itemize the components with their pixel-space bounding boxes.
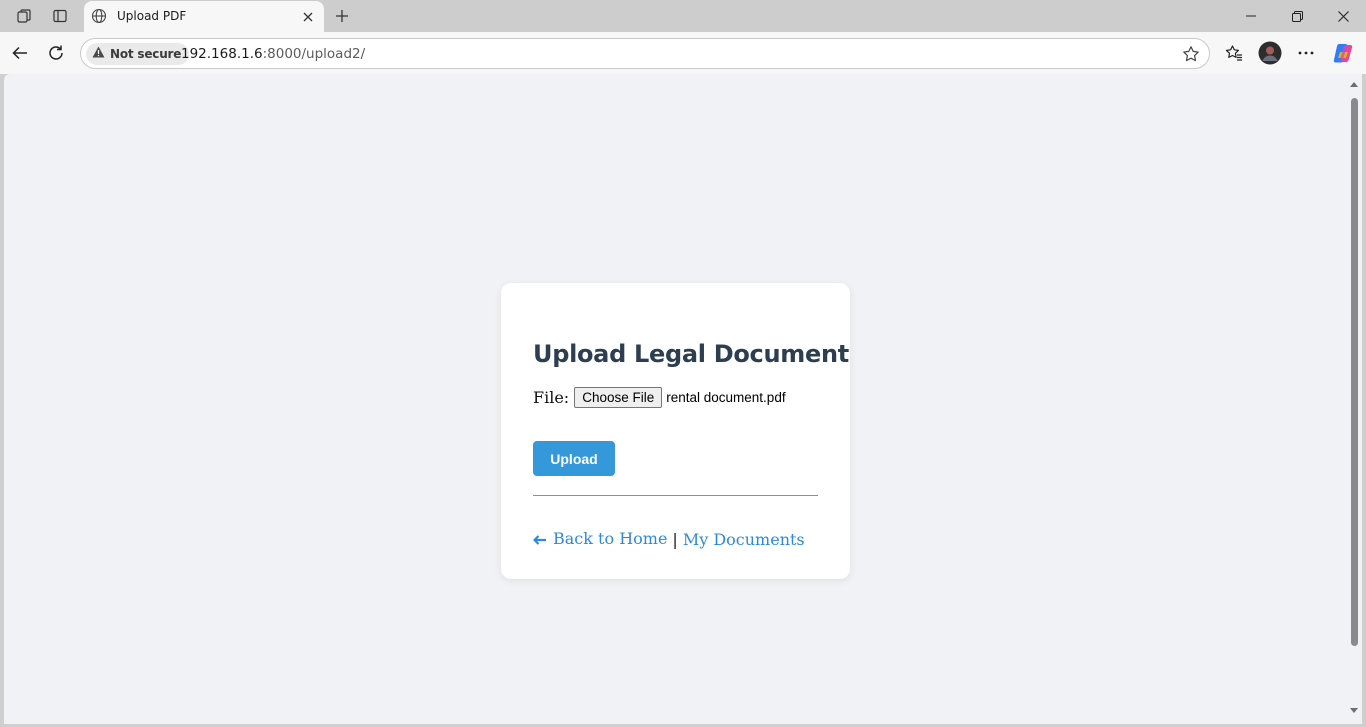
file-label: File: [533, 388, 570, 407]
workspaces-icon[interactable] [10, 4, 38, 28]
close-window-icon[interactable] [1320, 0, 1366, 32]
refresh-icon[interactable] [42, 39, 70, 67]
more-icon[interactable] [1292, 39, 1320, 67]
close-tab-icon[interactable] [300, 9, 316, 25]
selected-file-name: rental document.pdf [666, 390, 786, 405]
my-documents-link[interactable]: My Documents [683, 530, 805, 549]
favorites-icon[interactable] [1220, 39, 1248, 67]
scroll-up-arrow[interactable] [1350, 82, 1358, 87]
tab-actions-icon[interactable] [46, 4, 74, 28]
security-indicator[interactable]: Not secure [86, 43, 190, 65]
tab-upload-pdf[interactable]: Upload PDF [84, 1, 324, 32]
security-label: Not secure [110, 47, 182, 61]
file-row: File: Choose File rental document.pdf [533, 387, 786, 408]
back-to-home-link[interactable]: Back to Home [533, 529, 667, 549]
left-arrow-icon [533, 530, 547, 549]
scroll-down-arrow[interactable] [1350, 708, 1358, 713]
upload-button[interactable]: Upload [533, 441, 615, 476]
copilot-icon[interactable] [1329, 39, 1357, 67]
choose-file-button[interactable]: Choose File [574, 387, 663, 408]
tab-title: Upload PDF [117, 9, 187, 23]
globe-icon [91, 8, 107, 29]
upload-card: Upload Legal Document File: Choose File … [501, 283, 850, 579]
profile-avatar[interactable] [1256, 39, 1284, 67]
url-path: :8000/upload2/ [262, 46, 366, 62]
new-tab-icon[interactable] [330, 4, 354, 28]
favorite-star-icon[interactable] [1181, 44, 1201, 64]
scroll-thumb[interactable] [1351, 98, 1358, 646]
back-to-home-label: Back to Home [553, 529, 668, 548]
minimize-icon[interactable] [1228, 0, 1274, 32]
browser-toolbar: Not secure 192.168.1.6:8000/upload2/ [0, 32, 1366, 74]
tab-strip: Upload PDF [0, 0, 1366, 32]
address-bar[interactable]: Not secure 192.168.1.6:8000/upload2/ [80, 38, 1210, 69]
page-viewport: Upload Legal Document File: Choose File … [4, 74, 1348, 724]
warning-icon [92, 45, 105, 63]
url-host: 192.168.1.6 [181, 46, 263, 62]
divider [533, 495, 818, 496]
page-title: Upload Legal Document [533, 340, 849, 368]
restore-icon[interactable] [1274, 0, 1320, 32]
footer-links: Back to Home | My Documents [533, 529, 805, 549]
vertical-scrollbar[interactable] [1348, 74, 1362, 724]
url-text[interactable]: 192.168.1.6:8000/upload2/ [181, 46, 365, 62]
link-separator: | [672, 529, 678, 549]
back-icon[interactable] [6, 39, 34, 67]
